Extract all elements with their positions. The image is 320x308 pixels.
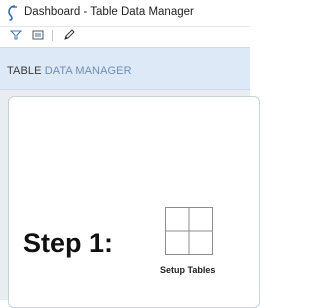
pencil-icon[interactable] bbox=[63, 29, 75, 41]
toolbar bbox=[0, 27, 250, 44]
content-card bbox=[8, 96, 260, 308]
page-title-primary: TABLE bbox=[7, 65, 45, 77]
filter-icon[interactable] bbox=[10, 29, 22, 41]
setup-tables-button[interactable]: Setup Tables bbox=[160, 265, 215, 275]
image-icon[interactable] bbox=[32, 29, 44, 41]
page-title-secondary: DATA MANAGER bbox=[44, 65, 132, 77]
page-title: TABLE DATA MANAGER bbox=[7, 65, 132, 77]
app-logo-icon bbox=[8, 5, 17, 21]
table-grid-icon[interactable] bbox=[165, 207, 213, 255]
toolbar-separator bbox=[52, 30, 53, 41]
window-title-bar: Dashboard - Table Data Manager bbox=[0, 0, 250, 27]
window-title: Dashboard - Table Data Manager bbox=[24, 6, 194, 18]
step-label: Step 1: bbox=[23, 228, 114, 258]
page-header: TABLE DATA MANAGER bbox=[0, 47, 250, 90]
